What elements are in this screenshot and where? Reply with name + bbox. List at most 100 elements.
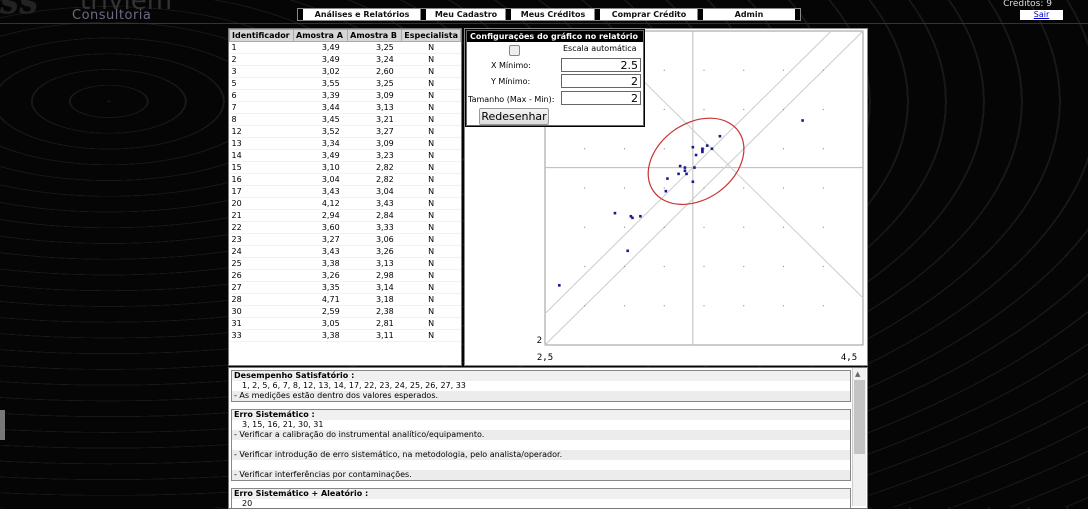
scroll-up-icon[interactable]: ▲	[855, 370, 860, 378]
x-tick-label: 4,5	[841, 353, 857, 363]
table-cell: 7	[229, 101, 294, 114]
report-section: Desempenho Satisfatório :1, 2, 5, 6, 7, …	[231, 370, 851, 402]
table-cell: 3,13	[347, 101, 402, 114]
table-row: 13 3,34 3,09 N	[229, 137, 461, 150]
table-cell: 3,11	[347, 329, 402, 342]
table-cell: 20	[229, 197, 294, 210]
table-cell: 12	[229, 125, 294, 138]
table-cell: 2,82	[347, 173, 402, 186]
data-point	[613, 211, 617, 215]
table-row: 25 3,38 3,13 N	[229, 257, 461, 270]
data-point	[685, 172, 688, 176]
table-cell: 3,49	[293, 41, 348, 54]
column-header: Amostra A	[292, 29, 349, 42]
table-row: 22 3,60 3,33 N	[229, 221, 461, 234]
table-cell: 3,18	[347, 293, 402, 306]
grid-dot	[743, 69, 745, 71]
x-tick-label: 2,5	[537, 353, 553, 363]
table-cell: 2	[229, 53, 294, 66]
data-point	[678, 164, 682, 168]
table-cell: 3,49	[293, 149, 348, 162]
table-cell: 3,14	[347, 281, 402, 294]
table-cell: 3	[229, 65, 294, 78]
nav-meu-cadastro[interactable]: Meu Cadastro	[420, 8, 512, 21]
section-note: - Verificar a calibração do instrumental…	[232, 430, 850, 440]
table-cell: 6	[229, 89, 294, 102]
table-row: 15 3,10 2,82 N	[229, 161, 461, 174]
logout-link[interactable]: Sair	[1020, 10, 1063, 20]
table-row: 31 3,05 2,81 N	[229, 317, 461, 330]
table-cell: 3,60	[293, 221, 348, 234]
table-cell: 3,38	[293, 257, 348, 270]
ymin-input[interactable]: 2	[561, 74, 641, 88]
grid-dot	[782, 226, 785, 228]
results-table-box: Identificador Amostra A Amostra B Especiali…	[228, 28, 462, 366]
table-cell: 23	[229, 233, 294, 246]
report-scrollbar[interactable]: ▲	[852, 368, 866, 506]
section-title: Erro Sistemático + Aleatório :	[232, 489, 850, 499]
table-cell: 2,94	[293, 209, 348, 222]
size-input[interactable]: 2	[561, 91, 641, 105]
data-point	[683, 169, 687, 173]
section-title: Erro Sistemático :	[232, 410, 850, 420]
nav-comprar-credito[interactable]: Comprar Crédito	[594, 8, 704, 21]
grid-dot	[782, 148, 785, 150]
xmin-input[interactable]: 2.5	[561, 58, 641, 72]
table-row: 7 3,44 3,13 N	[229, 101, 461, 114]
grid-dot	[623, 265, 626, 268]
table-cell: N	[401, 149, 461, 162]
data-point	[631, 216, 634, 220]
table-body: 1 3,49 3,25 N 2 3,49 3,24 N 3 3,02 2,60 N 5 3,55 3,25 N…	[229, 41, 461, 342]
chart-config-panel: Configurações do gráfico no relatório Es…	[466, 30, 644, 126]
data-point	[677, 172, 680, 176]
section-note: - Verificar interferências por contamina…	[232, 470, 850, 480]
scrollbar-thumb[interactable]	[854, 380, 865, 454]
table-cell: N	[401, 125, 461, 138]
size-label: Tamanho (Max - Min):	[468, 95, 555, 104]
table-cell: 3,43	[293, 185, 348, 198]
grid-dot	[703, 265, 705, 268]
grid-dot	[703, 305, 705, 307]
table-cell: N	[401, 101, 461, 114]
table-cell: N	[401, 281, 461, 294]
config-title: Configurações do gráfico no relatório	[467, 31, 643, 42]
table-row: 3 3,02 2,60 N	[229, 65, 461, 78]
grid-dot	[584, 226, 586, 228]
data-point	[683, 166, 687, 169]
table-cell: 3,05	[293, 317, 348, 330]
grid-dot	[822, 148, 824, 150]
redraw-button[interactable]: Redesenhar	[479, 108, 549, 125]
grid-dot	[623, 187, 626, 189]
table-cell: 3,39	[293, 89, 348, 102]
side-tab[interactable]	[0, 410, 5, 440]
table-cell: 2,59	[293, 305, 348, 318]
grid-dot	[822, 305, 824, 307]
nav-meus-creditos[interactable]: Meus Créditos	[505, 8, 601, 21]
auto-scale-checkbox[interactable]	[509, 45, 520, 56]
section-title: Desempenho Satisfatório :	[232, 371, 850, 381]
table-cell: N	[401, 185, 461, 198]
grid-dot	[782, 69, 785, 71]
table-header-row: Identificador Amostra A Amostra B Especiali…	[229, 29, 461, 42]
section-ids: 20	[242, 499, 253, 508]
table-row: 23 3,27 3,06 N	[229, 233, 461, 246]
table-row: 30 2,59 2,38 N	[229, 305, 461, 318]
table-cell: 2,38	[347, 305, 402, 318]
data-point	[701, 150, 704, 154]
table-row: 24 3,43 3,26 N	[229, 245, 461, 258]
table-cell: 3,43	[293, 245, 348, 258]
grid-dot	[743, 265, 745, 268]
table-row: 33 3,38 3,11 N	[229, 329, 461, 342]
results-table: Identificador Amostra A Amostra B Especiali…	[229, 29, 461, 342]
section-note	[232, 460, 850, 470]
grid-dot	[703, 108, 705, 111]
data-point	[693, 166, 696, 169]
table-cell: 4,71	[293, 293, 348, 306]
logo-subtitle: Consultoria	[72, 8, 152, 23]
nav-admin[interactable]: Admin	[697, 8, 801, 21]
nav-analises[interactable]: Análises e Relatórios	[297, 8, 427, 21]
table-cell: N	[401, 233, 461, 246]
grid-dot	[743, 226, 745, 228]
table-cell: N	[401, 53, 461, 66]
table-cell: N	[401, 269, 461, 282]
